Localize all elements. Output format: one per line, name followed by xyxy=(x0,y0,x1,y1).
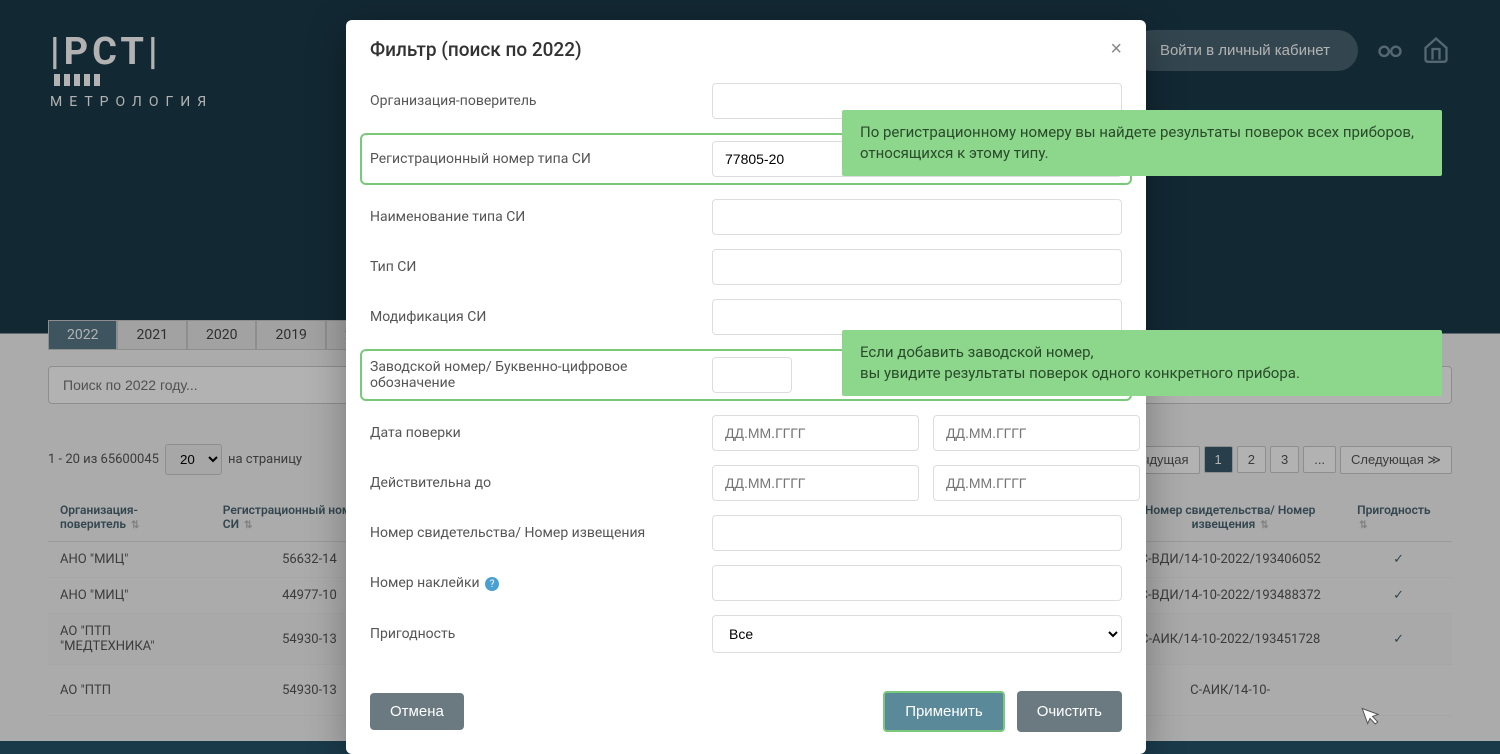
label-valid: Действительна до xyxy=(370,475,700,491)
input-type[interactable] xyxy=(712,249,1122,285)
input-name[interactable] xyxy=(712,199,1122,235)
input-date-to[interactable] xyxy=(933,415,1140,451)
label-name: Наименование типа СИ xyxy=(370,209,700,225)
apply-button[interactable]: Применить xyxy=(883,691,1005,732)
input-factory[interactable] xyxy=(712,357,792,393)
label-org: Организация-поверитель xyxy=(370,93,700,109)
select-fitness[interactable]: Все xyxy=(712,615,1122,653)
label-fitness: Пригодность xyxy=(370,626,700,642)
callout-factory: Если добавить заводской номер, вы увидит… xyxy=(842,330,1442,396)
cancel-button[interactable]: Отмена xyxy=(370,693,464,730)
label-date-check: Дата поверки xyxy=(370,425,700,441)
label-factory: Заводской номер/ Буквенно-цифровое обозн… xyxy=(370,359,700,391)
close-icon[interactable]: × xyxy=(1110,38,1122,61)
help-icon[interactable]: ? xyxy=(485,577,499,591)
clear-button[interactable]: Очистить xyxy=(1017,691,1122,732)
label-cert: Номер свидетельства/ Номер извещения xyxy=(370,525,700,541)
input-valid-from[interactable] xyxy=(712,465,919,501)
label-sticker: Номер наклейки ? xyxy=(370,575,700,592)
label-type: Тип СИ xyxy=(370,259,700,275)
input-sticker[interactable] xyxy=(712,565,1122,601)
callout-reg: По регистрационному номеру вы найдете ре… xyxy=(842,110,1442,176)
input-cert[interactable] xyxy=(712,515,1122,551)
label-mod: Модификация СИ xyxy=(370,309,700,325)
input-date-from[interactable] xyxy=(712,415,919,451)
modal-title: Фильтр (поиск по 2022) xyxy=(370,38,582,61)
label-reg: Регистрационный номер типа СИ xyxy=(370,151,700,167)
input-valid-to[interactable] xyxy=(933,465,1140,501)
